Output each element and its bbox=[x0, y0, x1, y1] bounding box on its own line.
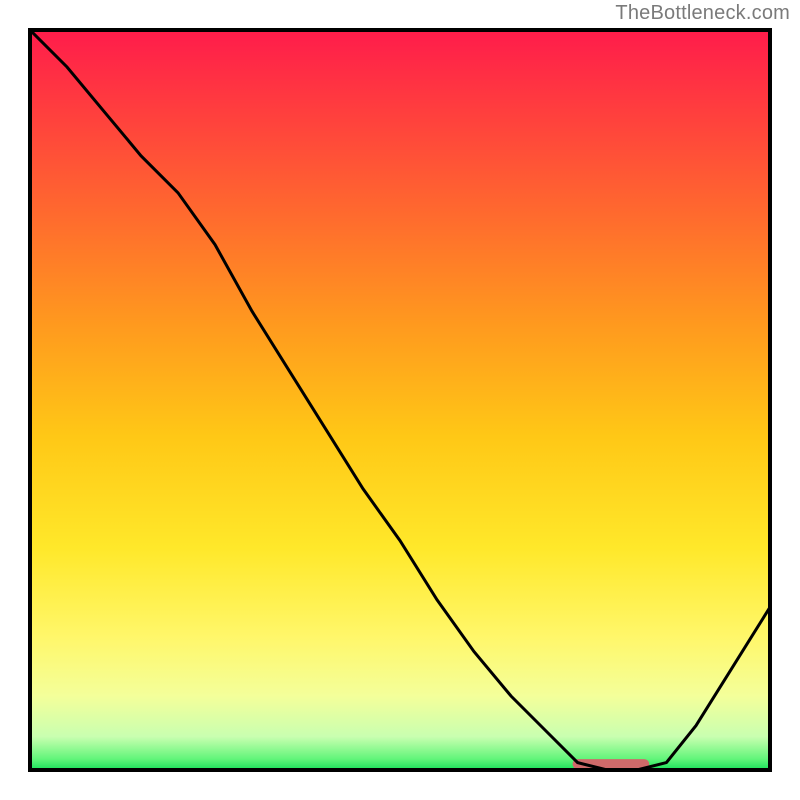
chart-stage: TheBottleneck.com bbox=[0, 0, 800, 800]
gradient-background bbox=[30, 30, 770, 770]
bottleneck-chart bbox=[0, 0, 800, 800]
